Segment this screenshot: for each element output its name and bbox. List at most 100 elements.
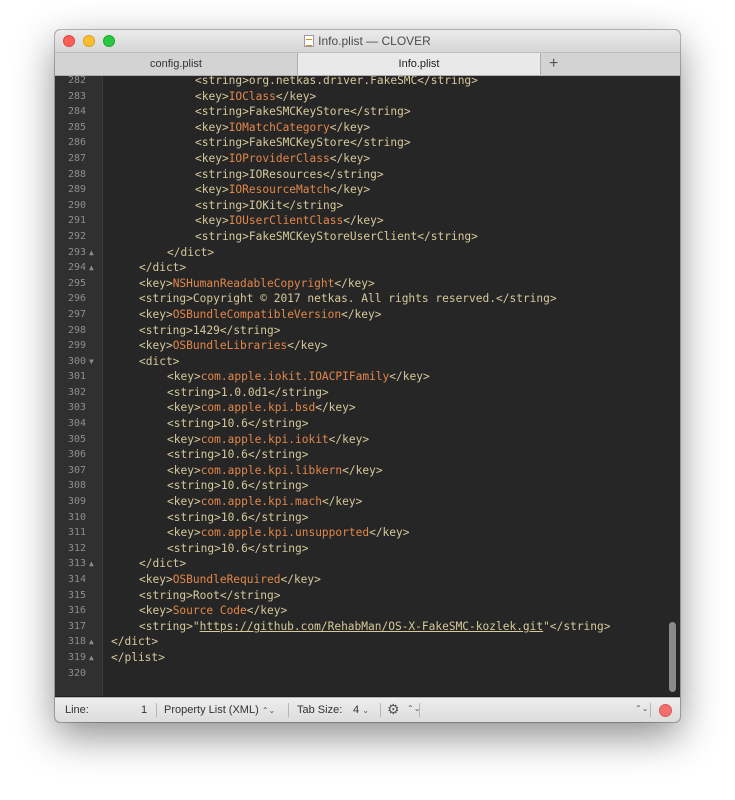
- line-number: 320: [67, 667, 86, 679]
- code-line[interactable]: 319 ▲ </plist>: [55, 650, 680, 666]
- code-line[interactable]: 284 <string>FakeSMCKeyStore</string>: [55, 104, 680, 120]
- code-line[interactable]: 300 ▼ <dict>: [55, 354, 680, 370]
- plist-text: <string>: [195, 229, 249, 243]
- line-number: 290: [67, 199, 86, 211]
- plist-text: FakeSMCKeyStore: [248, 105, 350, 119]
- tab-size-popup[interactable]: 4 ⌄: [353, 704, 369, 716]
- code-line[interactable]: 320: [55, 666, 680, 682]
- code-lines: 282 <string>org.netkas.driver.FakeSMC</st…: [55, 76, 680, 681]
- plist-text: <key>: [139, 339, 173, 353]
- code-line[interactable]: 298 <string>1429</string>: [55, 323, 680, 339]
- plist-text: <key>: [167, 463, 201, 477]
- code-text: <key>com.apple.kpi.mach</key>: [167, 494, 362, 510]
- line-number: 305: [67, 433, 86, 445]
- line-number: 296: [67, 293, 86, 305]
- fold-open-icon[interactable]: ▼: [89, 354, 94, 370]
- code-line[interactable]: 303 <key>com.apple.kpi.bsd</key>: [55, 400, 680, 416]
- scope-chevron-icon[interactable]: ⌃⌄: [635, 704, 648, 713]
- code-line[interactable]: 287 <key>IOProviderClass</key>: [55, 151, 680, 167]
- line-number: 291: [67, 215, 86, 227]
- syntax-popup[interactable]: Property List (XML) ⌃⌄: [164, 704, 275, 716]
- plist-key-name: OSBundleRequired: [172, 573, 281, 586]
- new-tab-button[interactable]: +: [541, 53, 680, 75]
- code-line[interactable]: 302 <string>1.0.0d1</string>: [55, 385, 680, 401]
- plist-text: <key>: [195, 120, 229, 134]
- plist-text: 10.6: [220, 479, 248, 493]
- code-line[interactable]: 312 <string>10.6</string>: [55, 541, 680, 557]
- code-line[interactable]: 295 <key>NSHumanReadableCopyright</key>: [55, 276, 680, 292]
- code-line[interactable]: 291 <key>IOUserClientClass</key>: [55, 213, 680, 229]
- code-line[interactable]: 306 <string>10.6</string>: [55, 447, 680, 463]
- plist-key-name: IOClass: [228, 89, 276, 103]
- code-text: <key>OSBundleLibraries</key>: [139, 338, 328, 354]
- line-number: 285: [67, 121, 86, 133]
- code-line[interactable]: 315 <string>Root</string>: [55, 588, 680, 604]
- plist-key-name: com.apple.kpi.libkern: [200, 463, 343, 477]
- code-line[interactable]: 308 <string>10.6</string>: [55, 478, 680, 494]
- code-line[interactable]: 318 ▲ </dict>: [55, 634, 680, 650]
- code-line[interactable]: 313 ▲ </dict>: [55, 556, 680, 572]
- code-line[interactable]: 305 <key>com.apple.kpi.iokit</key>: [55, 432, 680, 448]
- line-number-field[interactable]: 1: [141, 704, 147, 716]
- code-line[interactable]: 309 <key>com.apple.kpi.mach</key>: [55, 494, 680, 510]
- code-line[interactable]: 297 <key>OSBundleCompatibleVersion</key>: [55, 307, 680, 323]
- plist-text: </key>: [329, 151, 371, 165]
- fold-close-icon[interactable]: ▲: [89, 245, 94, 261]
- url-link[interactable]: https://github.com/RehabMan/OS-X-FakeSMC…: [200, 620, 544, 633]
- code-line[interactable]: 293 ▲ </dict>: [55, 245, 680, 261]
- code-text: <string>1.0.0d1</string>: [167, 385, 329, 401]
- code-line[interactable]: 296 <string>Copyright © 2017 netkas. All …: [55, 291, 680, 307]
- tab-config-plist[interactable]: config.plist: [55, 53, 298, 75]
- code-line[interactable]: 317 <string>"https://github.com/RehabMan/…: [55, 619, 680, 635]
- code-line[interactable]: 285 <key>IOMatchCategory</key>: [55, 120, 680, 136]
- line-number: 299: [67, 340, 86, 352]
- code-line[interactable]: 304 <string>10.6</string>: [55, 416, 680, 432]
- gear-icon[interactable]: ⚙: [387, 701, 400, 718]
- plist-text: Copyright © 2017 netkas. All rights rese…: [192, 292, 496, 306]
- code-line[interactable]: 307 <key>com.apple.kpi.libkern</key>: [55, 463, 680, 479]
- fold-close-icon[interactable]: ▲: [89, 260, 94, 276]
- code-line[interactable]: 299 <key>OSBundleLibraries</key>: [55, 338, 680, 354]
- code-line[interactable]: 311 <key>com.apple.kpi.unsupported</key>: [55, 525, 680, 541]
- fold-close-icon[interactable]: ▲: [89, 634, 94, 650]
- plist-key-name: com.apple.iokit.IOACPIFamily: [200, 370, 390, 384]
- code-line[interactable]: 294 ▲ </dict>: [55, 260, 680, 276]
- plist-text: </string>: [417, 229, 478, 243]
- code-line[interactable]: 282 <string>org.netkas.driver.FakeSMC</st…: [55, 76, 680, 89]
- tab-info-plist[interactable]: Info.plist: [298, 53, 541, 75]
- plist-text: FakeSMCKeyStore: [248, 136, 350, 150]
- stop-button[interactable]: [659, 704, 672, 717]
- code-line[interactable]: 301 <key>com.apple.iokit.IOACPIFamily</ke…: [55, 369, 680, 385]
- code-text: <string>FakeSMCKeyStoreUserClient</strin…: [195, 229, 478, 245]
- line-number: 297: [67, 308, 86, 320]
- code-line[interactable]: 289 <key>IOResourceMatch</key>: [55, 182, 680, 198]
- plist-text: <key>: [139, 307, 173, 321]
- line-number: 312: [67, 542, 86, 554]
- plist-text: </string>: [349, 136, 411, 150]
- fold-close-icon[interactable]: ▲: [89, 556, 94, 572]
- plist-key-name: Source Code: [172, 604, 247, 618]
- line-number: 284: [67, 106, 86, 118]
- plist-text: </key>: [329, 120, 371, 134]
- plist-text: </key>: [280, 573, 321, 586]
- line-number: 306: [67, 449, 86, 461]
- line-number: 287: [67, 152, 86, 164]
- code-line[interactable]: 288 <string>IOResources</string>: [55, 167, 680, 183]
- plist-text: <string>: [195, 136, 249, 150]
- vertical-scrollbar[interactable]: [669, 622, 676, 692]
- window-title-text: Info.plist — CLOVER: [318, 34, 431, 48]
- code-line[interactable]: 310 <string>10.6</string>: [55, 510, 680, 526]
- code-line[interactable]: 314 <key>OSBundleRequired</key>: [55, 572, 680, 588]
- code-editor[interactable]: 282 <string>org.netkas.driver.FakeSMC</st…: [55, 76, 680, 696]
- fold-close-icon[interactable]: ▲: [89, 650, 94, 666]
- code-line[interactable]: 283 <key>IOClass</key>: [55, 89, 680, 105]
- code-line[interactable]: 290 <string>IOKit</string>: [55, 198, 680, 214]
- line-number: 289: [67, 184, 86, 196]
- title-bar: Info.plist — CLOVER: [55, 30, 680, 53]
- line-number: 316: [67, 605, 86, 617]
- code-line[interactable]: 292 <string>FakeSMCKeyStoreUserClient</st…: [55, 229, 680, 245]
- code-text: <key>com.apple.kpi.iokit</key>: [167, 432, 369, 448]
- line-number: 310: [67, 511, 86, 523]
- code-line[interactable]: 316 <key>Source Code</key>: [55, 603, 680, 619]
- code-line[interactable]: 286 <string>FakeSMCKeyStore</string>: [55, 135, 680, 151]
